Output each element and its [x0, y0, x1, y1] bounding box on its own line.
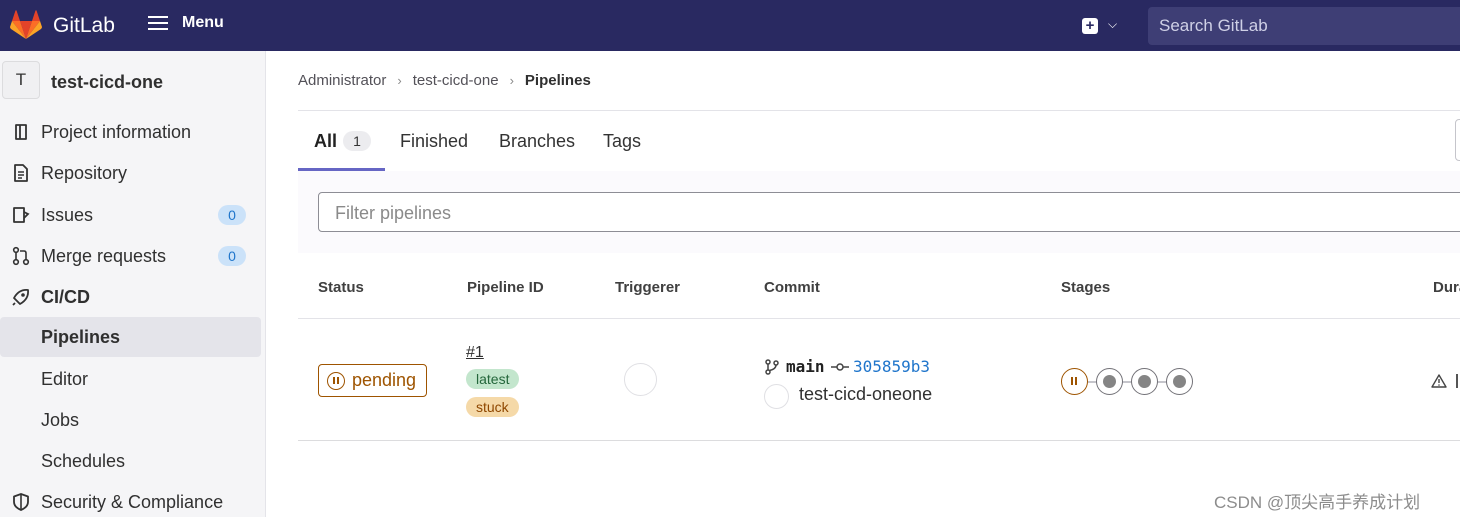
sidebar-item-repository[interactable]: Repository — [0, 153, 262, 193]
sidebar-item-issues[interactable]: Issues 0 — [0, 195, 262, 235]
chevron-right-icon: › — [397, 73, 402, 88]
project-avatar: T — [2, 61, 40, 99]
sidebar-item-label: Security & Compliance — [41, 491, 224, 512]
sidebar-item-pipelines[interactable]: Pipelines — [0, 317, 261, 357]
tab-branches[interactable]: Branches — [499, 131, 575, 152]
breadcrumb-item[interactable]: Administrator — [298, 72, 386, 89]
pipelines-table-header: Status Pipeline ID Triggerer Commit Stag… — [298, 253, 1460, 319]
status-pending-icon — [327, 371, 345, 390]
stage-created-icon[interactable] — [1131, 368, 1158, 395]
chevron-down-icon[interactable]: ⌵ — [1108, 17, 1117, 32]
stage-created-icon[interactable] — [1166, 368, 1193, 395]
filter-pipelines-input[interactable]: Filter pipelines — [318, 192, 1460, 232]
menu-label: Menu — [182, 14, 224, 31]
pipeline-id-link[interactable]: #1 — [466, 344, 484, 362]
gitlab-logo-icon[interactable] — [10, 10, 42, 40]
status-badge[interactable]: pending — [318, 364, 427, 397]
commit-branch-link[interactable]: main — [786, 357, 825, 376]
pipeline-tabs: All 1 Finished Branches Tags — [298, 111, 1460, 171]
commit-message-link[interactable]: test-cicd-oneone — [799, 384, 932, 405]
warning-icon — [1431, 374, 1447, 388]
sidebar-item-schedules[interactable]: Schedules — [0, 441, 262, 481]
column-header-pipeline-id: Pipeline ID — [467, 279, 544, 296]
sidebar-item-label: Issues — [41, 204, 94, 225]
sidebar-item-label: Repository — [41, 162, 128, 183]
project-name: test-cicd-one — [51, 72, 164, 92]
issues-count-badge: 0 — [218, 205, 246, 225]
sidebar-item-label: Jobs — [41, 409, 80, 430]
sidebar-item-cicd[interactable]: CI/CD — [0, 277, 262, 317]
column-header-stages: Stages — [1061, 279, 1111, 296]
sidebar-item-label: Merge requests — [41, 245, 167, 266]
column-header-triggerer: Triggerer — [615, 279, 681, 296]
sidebar-item-editor[interactable]: Editor — [0, 359, 262, 399]
sidebar-item-merge-requests[interactable]: Merge requests 0 — [0, 236, 262, 276]
column-header-commit: Commit — [764, 279, 820, 296]
sidebar-item-label: Project information — [41, 121, 192, 142]
sidebar-item-label: CI/CD — [41, 286, 90, 307]
triggerer-avatar[interactable] — [624, 363, 657, 396]
column-header-status: Status — [318, 279, 364, 296]
chevron-right-icon: › — [509, 73, 514, 88]
merge-requests-count-badge: 0 — [218, 246, 246, 266]
stuck-badge: stuck — [466, 397, 519, 417]
status-label: pending — [352, 370, 417, 390]
clear-runner-caches-button[interactable] — [1455, 119, 1460, 161]
sidebar-item-label: Pipelines — [41, 326, 121, 347]
breadcrumb-current[interactable]: Pipelines — [525, 72, 591, 89]
commit-author-avatar[interactable] — [764, 384, 789, 409]
project-information-icon — [15, 124, 27, 140]
stage-pending-icon[interactable] — [1061, 368, 1088, 395]
tab-all[interactable]: All — [314, 131, 337, 152]
hamburger-icon — [148, 15, 170, 31]
stage-created-icon[interactable] — [1096, 368, 1123, 395]
tab-finished[interactable]: Finished — [400, 131, 468, 152]
commit-sha-link[interactable]: 305859b3 — [853, 357, 930, 376]
watermark: CSDN @顶尖高手养成计划 — [1214, 493, 1421, 512]
sidebar-project-header[interactable]: T test-cicd-one — [0, 59, 266, 103]
merge-request-icon — [12, 246, 30, 266]
commit-icon — [831, 363, 849, 371]
search-input[interactable]: Search GitLab — [1148, 7, 1460, 45]
sidebar-item-label: Editor — [41, 368, 89, 389]
tab-all-count-badge: 1 — [343, 131, 371, 151]
menu-button[interactable]: Menu — [148, 14, 224, 32]
latest-badge: latest — [466, 369, 520, 389]
sidebar: T test-cicd-one Project information Repo… — [0, 51, 266, 517]
breadcrumb-item[interactable]: test-cicd-one — [413, 72, 499, 89]
brand-name[interactable]: GitLab — [53, 14, 115, 38]
branch-icon — [765, 359, 779, 375]
shield-icon — [13, 493, 29, 511]
sidebar-item-jobs[interactable]: Jobs — [0, 400, 262, 440]
duration-text-clipped — [1456, 374, 1458, 388]
new-item-plus-icon[interactable]: + — [1082, 18, 1098, 34]
column-header-duration: Dura — [1433, 279, 1460, 296]
tab-tags[interactable]: Tags — [603, 131, 641, 152]
document-icon — [14, 164, 28, 182]
issues-icon — [13, 207, 30, 223]
top-navbar: GitLab Menu + ⌵ Search GitLab — [0, 0, 1460, 51]
sidebar-item-project-information[interactable]: Project information — [0, 112, 262, 152]
table-row: pending #1 latest stuck main 305859b3 te… — [298, 320, 1460, 441]
rocket-icon — [12, 289, 29, 306]
breadcrumb: Administrator › test-cicd-one › Pipeline… — [298, 72, 591, 89]
sidebar-item-label: Schedules — [41, 450, 126, 471]
sidebar-item-security-compliance[interactable]: Security & Compliance — [0, 482, 262, 522]
